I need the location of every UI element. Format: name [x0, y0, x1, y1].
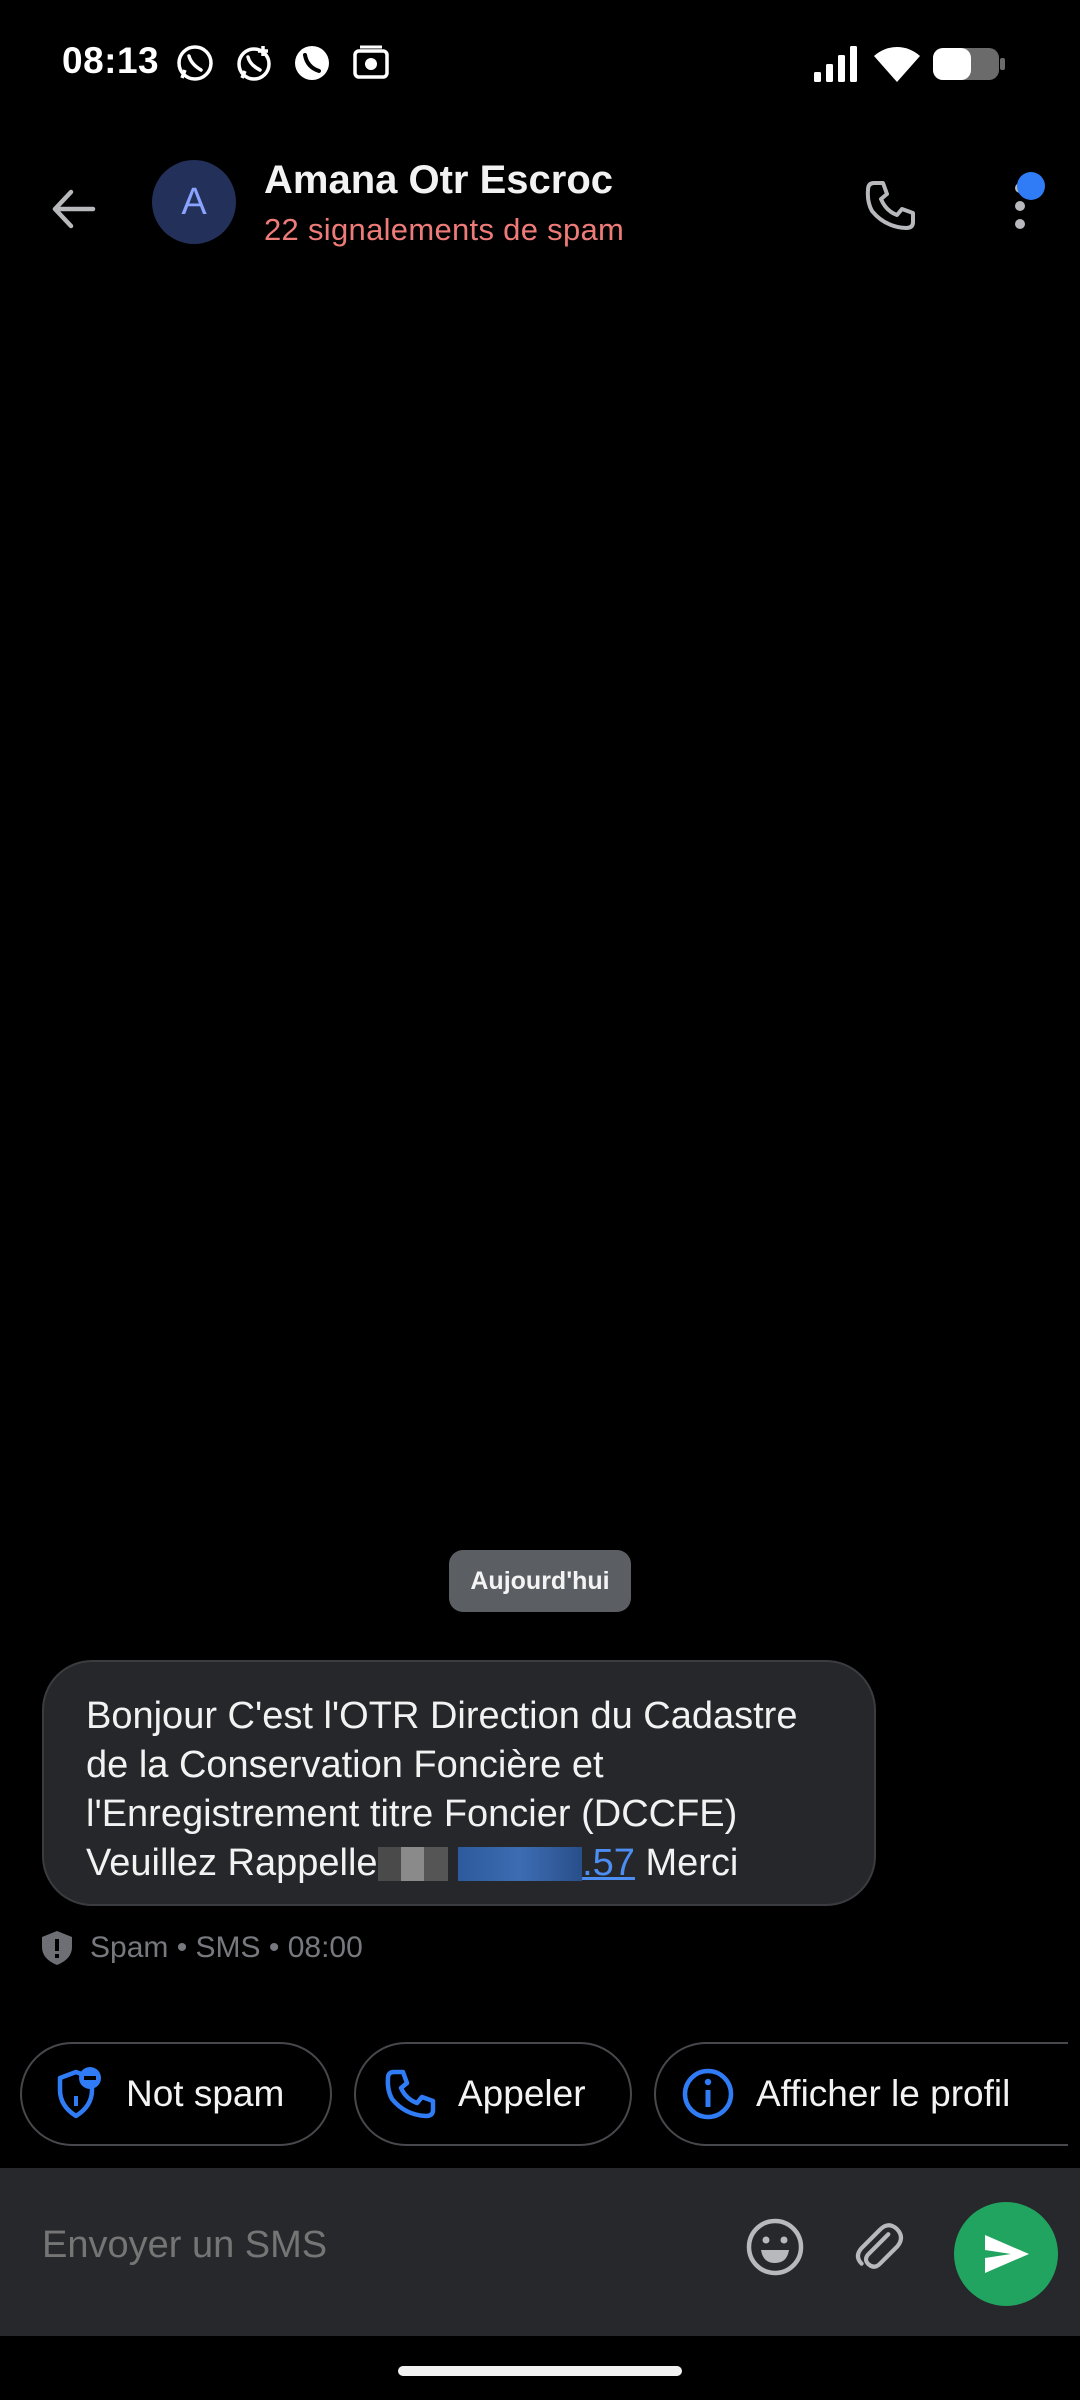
whatsapp-icon: [177, 45, 213, 81]
spam-report-count: 22 signalements de spam: [264, 212, 625, 247]
compose-bar: [0, 2168, 1080, 2336]
redacted-link-block: [458, 1847, 583, 1881]
send-icon: [985, 2235, 1029, 2273]
status-time: 08:13: [62, 40, 160, 81]
battery-icon: [933, 48, 1005, 80]
phone-icon: [385, 2069, 436, 2119]
signal-icon: [814, 46, 857, 82]
message-meta-text: Spam • SMS • 08:00: [90, 1931, 363, 1964]
message-meta: Spam • SMS • 08:00: [38, 1928, 363, 1968]
not-spam-button[interactable]: Not spam: [20, 2042, 332, 2146]
view-profile-label: Afficher le profil: [756, 2073, 1011, 2114]
sms-input[interactable]: [42, 2224, 682, 2267]
avatar[interactable]: A: [152, 160, 236, 244]
info-icon: [682, 2068, 734, 2120]
emoji-icon[interactable]: [740, 2212, 810, 2282]
message-bubble[interactable]: Bonjour C'est l'OTR Direction du Cadastr…: [42, 1660, 876, 1906]
shield-minus-icon: [57, 2067, 101, 2119]
call-button[interactable]: [852, 168, 928, 244]
call-action-label: Appeler: [458, 2073, 586, 2114]
action-chips: Not spam Appeler Afficher le profil: [0, 2042, 1080, 2148]
message-text: Bonjour C'est l'OTR Direction du Cadastr…: [86, 1692, 838, 1888]
arrow-left-icon: [52, 189, 96, 229]
notification-dot: [1017, 172, 1045, 200]
send-button[interactable]: [954, 2202, 1058, 2306]
redacted-block: [377, 1847, 448, 1881]
spam-shield-icon: [42, 1931, 72, 1965]
message-ending: Merci: [634, 1842, 739, 1884]
home-indicator[interactable]: [398, 2366, 682, 2376]
viber-icon: [295, 46, 329, 80]
back-button[interactable]: [36, 172, 110, 246]
radio-icon: [353, 45, 389, 79]
phone-number-link[interactable]: .57: [458, 1842, 635, 1884]
whatsapp-business-icon: [237, 46, 271, 81]
not-spam-label: Not spam: [126, 2073, 285, 2114]
call-action-button[interactable]: Appeler: [354, 2042, 632, 2146]
status-bar: 08:13: [0, 0, 1080, 130]
contact-name[interactable]: Amana Otr Escroc: [264, 158, 613, 203]
phone-icon: [865, 181, 915, 230]
wifi-icon: [874, 47, 920, 82]
paperclip-icon[interactable]: [848, 2212, 918, 2282]
conversation-header: A Amana Otr Escroc 22 signalements de sp…: [0, 140, 1080, 270]
view-profile-button[interactable]: Afficher le profil: [654, 2042, 1068, 2146]
date-chip: Aujourd'hui: [449, 1550, 631, 1612]
